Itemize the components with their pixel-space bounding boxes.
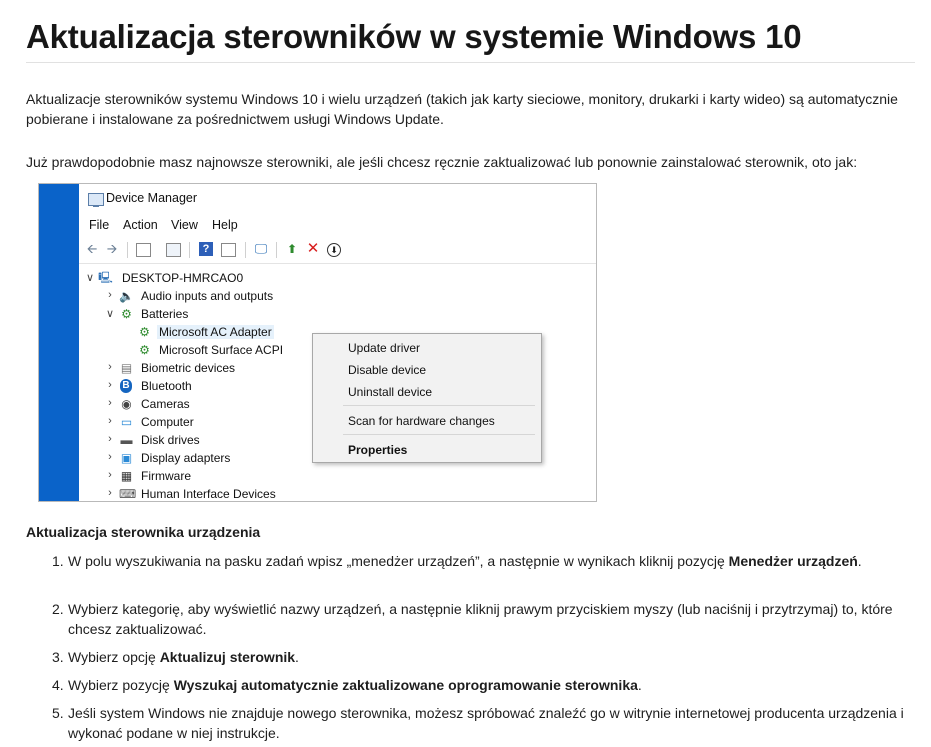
device-manager-screenshot: Device Manager File Action View Help 🡨 🡪… <box>38 183 597 502</box>
step-bold: Wyszukaj automatycznie zaktualizowane op… <box>173 677 638 693</box>
tree-root-label: DESKTOP-HMRCAO0 <box>122 271 244 285</box>
tree-item-label: Audio inputs and outputs <box>141 289 274 303</box>
step-text-end: . <box>857 553 862 569</box>
chevron-right-icon[interactable]: › <box>105 397 115 409</box>
context-menu: Update driver Disable device Uninstall d… <box>312 333 542 463</box>
tree-item-label: Bluetooth <box>141 379 192 393</box>
chevron-right-icon[interactable]: › <box>105 469 115 481</box>
bluetooth-icon: B <box>120 379 132 393</box>
page-title: Aktualizacja sterowników w systemie Wind… <box>26 18 802 55</box>
tree-item-label: Biometric devices <box>141 361 236 375</box>
tree-item-label: Microsoft Surface ACPI <box>159 343 284 357</box>
step-text: Wybierz kategorię, aby wyświetlić nazwy … <box>68 601 893 637</box>
hid-icon: ⌨ <box>119 487 137 501</box>
chevron-down-icon[interactable]: ∨ <box>85 271 95 284</box>
context-update-driver[interactable]: Update driver <box>348 341 420 355</box>
context-uninstall-device[interactable]: Uninstall device <box>348 385 432 399</box>
chevron-down-icon[interactable]: ∨ <box>105 307 115 320</box>
tree-item-label: Computer <box>141 415 194 429</box>
camera-icon: ◉ <box>121 397 132 411</box>
chevron-right-icon[interactable]: › <box>105 433 115 445</box>
step-text-end: . <box>295 649 299 665</box>
step-bold: Menedżer urządzeń <box>728 553 858 569</box>
toolbar-separator <box>276 242 277 258</box>
step-number: 5. <box>52 705 64 721</box>
section-title: Aktualizacja sterownika urządzenia <box>26 524 261 540</box>
disk-icon: ▬ <box>120 433 133 447</box>
title-divider <box>26 62 915 63</box>
step-number: 4. <box>52 677 64 693</box>
context-properties[interactable]: Properties <box>348 443 407 457</box>
properties-panel-icon[interactable] <box>136 243 151 257</box>
toolbar-separator <box>127 242 128 258</box>
step-number: 1. <box>52 553 64 569</box>
battery-icon: ⚙ <box>121 307 132 321</box>
toolbar-separator <box>189 242 190 258</box>
menu-file[interactable]: File <box>89 218 109 232</box>
computer-icon: ▭ <box>120 415 133 429</box>
chevron-right-icon[interactable]: › <box>105 289 115 301</box>
display-icon: ▣ <box>120 451 133 465</box>
action-pane-icon[interactable] <box>221 243 236 257</box>
step-5: 5. Jeśli system Windows nie znajduje now… <box>52 703 908 743</box>
uninstall-icon[interactable]: ✕ <box>305 241 321 257</box>
chevron-right-icon[interactable]: › <box>105 379 115 391</box>
update-driver-icon[interactable]: ⬆ <box>284 241 300 257</box>
context-separator <box>343 405 535 406</box>
computer-icon: 🖳 <box>98 272 113 284</box>
speaker-icon: 🔈 <box>119 289 134 303</box>
toolbar: 🡨 🡪 ? 🖵 ⬆ ✕ ⬇ <box>79 237 596 264</box>
step-1: 1. W polu wyszukiwania na pasku zadań wp… <box>52 551 908 571</box>
step-2: 2. Wybierz kategorię, aby wyświetlić naz… <box>52 599 908 639</box>
menu-bar: File Action View Help <box>79 216 596 236</box>
title-bar: Device Manager <box>79 184 596 214</box>
menu-help[interactable]: Help <box>212 218 238 232</box>
disable-icon[interactable]: ⬇ <box>327 243 341 257</box>
tree-item-label: Human Interface Devices <box>141 487 276 501</box>
tree-item-label: Cameras <box>141 397 190 411</box>
step-number: 2. <box>52 601 64 617</box>
chevron-right-icon[interactable]: › <box>105 487 115 499</box>
tree-item-label: Display adapters <box>141 451 231 465</box>
menu-action[interactable]: Action <box>123 218 158 232</box>
device-manager-window: Device Manager File Action View Help 🡨 🡪… <box>79 184 596 501</box>
step-text-end: . <box>637 677 642 693</box>
step-text: Jeśli system Windows nie znajduje nowego… <box>68 705 904 741</box>
step-text: Wybierz opcję <box>68 649 160 665</box>
menu-view[interactable]: View <box>171 218 198 232</box>
chevron-right-icon[interactable]: › <box>105 415 115 427</box>
monitor-icon[interactable]: 🖵 <box>253 241 269 257</box>
context-scan-hardware[interactable]: Scan for hardware changes <box>348 414 495 428</box>
biometric-icon: ▤ <box>120 361 133 375</box>
device-manager-icon <box>88 193 104 207</box>
step-number: 3. <box>52 649 64 665</box>
intro-paragraph-2: Już prawdopodobnie masz najnowsze sterow… <box>26 154 858 170</box>
chevron-right-icon[interactable]: › <box>105 361 115 373</box>
chevron-right-icon[interactable]: › <box>105 451 115 463</box>
battery-icon: ⚙ <box>139 343 150 357</box>
toolbar-separator <box>245 242 246 258</box>
tree-item-label: Firmware <box>141 469 191 483</box>
tree-item-label: Disk drives <box>141 433 200 447</box>
battery-icon: ⚙ <box>139 325 150 339</box>
context-separator <box>343 434 535 435</box>
desktop-background <box>39 184 79 501</box>
step-4: 4. Wybierz pozycję Wyszukaj automatyczni… <box>52 675 908 695</box>
intro-paragraph: Aktualizacje sterowników systemu Windows… <box>26 91 898 127</box>
step-3: 3. Wybierz opcję Aktualizuj sterownik. <box>52 647 908 667</box>
forward-icon[interactable]: 🡪 <box>104 241 120 257</box>
help-icon[interactable]: ? <box>199 242 213 256</box>
back-icon[interactable]: 🡨 <box>84 241 100 257</box>
window-title: Device Manager <box>106 191 198 205</box>
context-disable-device[interactable]: Disable device <box>348 363 426 377</box>
tree-item-label: Microsoft AC Adapter <box>157 325 274 339</box>
console-tree-icon[interactable] <box>166 243 181 257</box>
step-text: W polu wyszukiwania na pasku zadań wpisz… <box>68 553 729 569</box>
step-text: Wybierz pozycję <box>68 677 174 693</box>
chip-icon: ▦ <box>120 469 133 483</box>
tree-item-label: Batteries <box>141 307 189 321</box>
step-bold: Aktualizuj sterownik <box>159 649 296 665</box>
